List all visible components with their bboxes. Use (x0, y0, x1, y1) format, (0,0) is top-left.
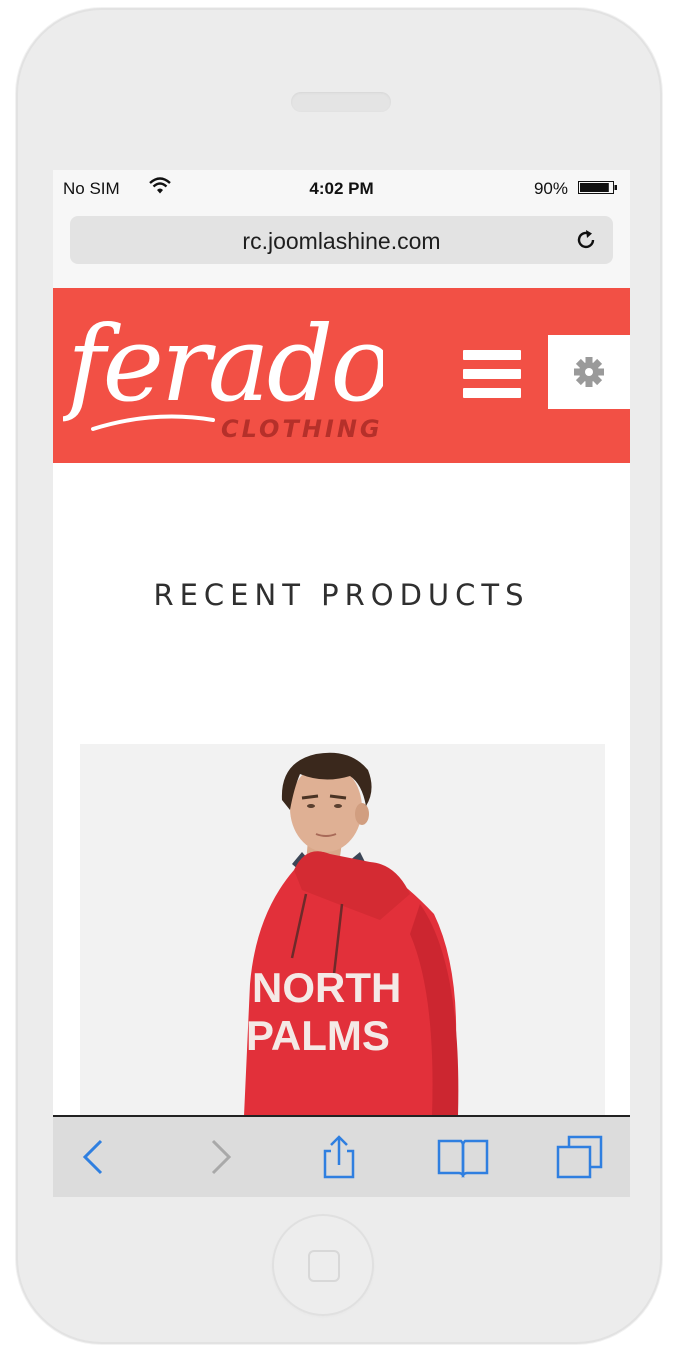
product-image[interactable]: NORTH PALMS (80, 744, 605, 1116)
status-bar: No SIM 4:02 PM 90% (53, 170, 630, 206)
bookmarks-book-icon[interactable] (437, 1135, 489, 1179)
url-text[interactable]: rc.joomlashine.com (70, 228, 613, 255)
settings-button[interactable] (548, 335, 630, 409)
browser-address-area: rc.joomlashine.com (53, 206, 630, 288)
home-button[interactable] (272, 1214, 374, 1316)
hamburger-menu-icon[interactable] (463, 350, 523, 398)
back-arrow-icon[interactable] (73, 1135, 117, 1179)
site-header: ferado CLOTHING (53, 288, 630, 463)
product-photo: NORTH PALMS (80, 744, 605, 1116)
gear-icon (574, 357, 604, 387)
address-bar[interactable]: rc.joomlashine.com (70, 216, 613, 264)
share-icon[interactable] (317, 1135, 361, 1179)
phone-frame: No SIM 4:02 PM 90% rc.joomlashine.com fe… (16, 8, 662, 1344)
svg-text:CLOTHING: CLOTHING (221, 415, 383, 443)
svg-text:PALMS: PALMS (246, 1012, 390, 1059)
svg-text:ferado: ferado (63, 303, 383, 425)
phone-screen: No SIM 4:02 PM 90% rc.joomlashine.com fe… (53, 170, 630, 1197)
forward-arrow-icon[interactable] (199, 1135, 243, 1179)
reload-icon[interactable] (575, 228, 599, 252)
ferado-logo[interactable]: ferado CLOTHING (63, 292, 383, 452)
phone-speaker (291, 92, 391, 112)
battery-percent: 90% (533, 179, 568, 198)
battery-icon (578, 181, 617, 194)
browser-toolbar (53, 1115, 630, 1197)
tabs-icon[interactable] (555, 1135, 605, 1179)
home-square-icon (308, 1250, 340, 1282)
svg-text:NORTH: NORTH (252, 964, 401, 1011)
section-title: RECENT PRODUCTS (153, 578, 530, 612)
